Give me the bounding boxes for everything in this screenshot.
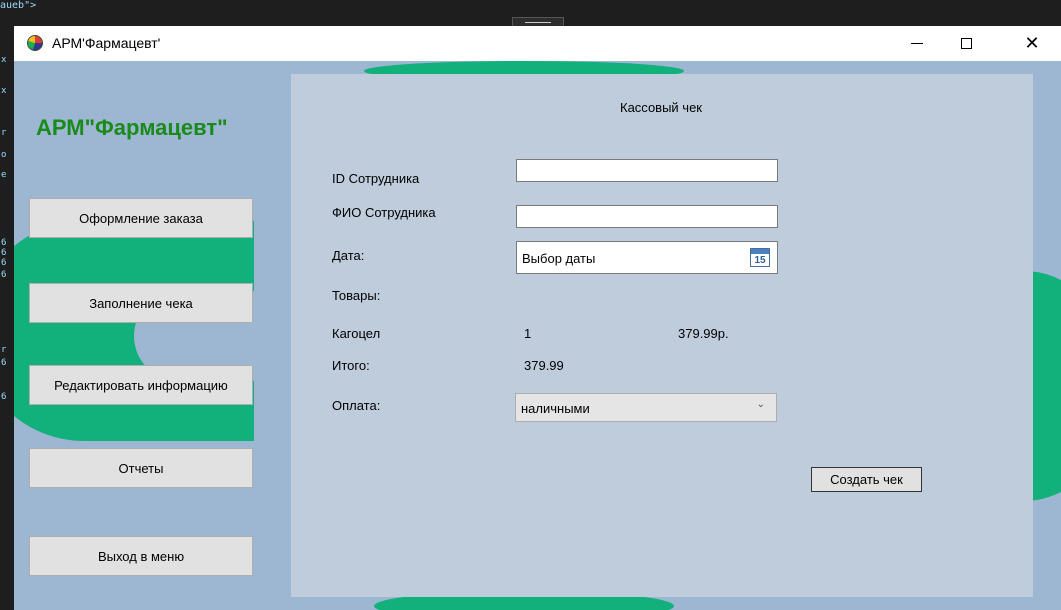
maximize-button[interactable] <box>943 26 989 61</box>
app-window: АРМ'Фармацевт' ✕ АРМ"Фармацевт" Оформлен… <box>14 26 1061 610</box>
minimize-button[interactable] <box>894 26 940 61</box>
code-editor-margin-char: r <box>1 345 7 355</box>
nav-receipt-button[interactable]: Заполнение чека <box>29 283 253 323</box>
code-editor-margin-char: x <box>1 55 7 65</box>
nav-reports-button[interactable]: Отчеты <box>29 448 253 488</box>
payment-select[interactable]: наличными ⌄ <box>515 393 777 422</box>
receipt-title: Кассовый чек <box>620 100 702 115</box>
employee-id-label: ID Сотрудника <box>332 171 420 186</box>
create-receipt-button[interactable]: Создать чек <box>811 467 922 492</box>
item-name: Кагоцел <box>332 326 381 341</box>
total-value: 379.99 <box>524 358 564 373</box>
item-quantity: 1 <box>524 326 532 341</box>
date-picker[interactable]: Выбор даты 15 <box>516 241 778 274</box>
close-icon: ✕ <box>1024 33 1040 53</box>
receipt-panel: Кассовый чек ID Сотрудника ФИО Сотрудник… <box>291 74 1033 597</box>
employee-id-input[interactable] <box>516 159 778 182</box>
code-editor-margin-char: x <box>1 86 7 96</box>
code-editor-margin-char: 6 <box>1 248 7 258</box>
code-editor-margin-char: 6 <box>1 238 7 248</box>
nav-edit-info-button[interactable]: Редактировать информацию <box>29 365 253 405</box>
close-button[interactable]: ✕ <box>1009 26 1055 61</box>
code-editor-snippet: aueb"> <box>0 0 37 11</box>
code-editor-margin-char: 6 <box>1 392 7 402</box>
maximize-icon <box>960 38 972 49</box>
title-bar[interactable]: АРМ'Фармацевт' ✕ <box>14 26 1061 61</box>
window-title: АРМ'Фармацевт' <box>52 35 161 51</box>
minimize-icon <box>911 43 923 44</box>
code-editor-margin-char: o <box>1 150 7 160</box>
app-icon <box>27 35 43 51</box>
date-label: Дата: <box>332 248 365 263</box>
date-placeholder: Выбор даты <box>522 251 596 266</box>
employee-name-label: ФИО Сотрудника <box>332 205 436 220</box>
client-area: АРМ"Фармацевт" Оформление заказа Заполне… <box>14 61 1061 610</box>
code-editor-margin-char: 6 <box>1 270 7 280</box>
payment-label: Оплата: <box>332 398 381 413</box>
employee-name-input[interactable] <box>516 205 778 228</box>
code-editor-margin-char: 6 <box>1 358 7 368</box>
nav-exit-menu-button[interactable]: Выход в меню <box>29 536 253 576</box>
code-editor-background: xxroe6666r66 <box>0 0 14 610</box>
goods-label: Товары: <box>332 288 381 303</box>
code-editor-margin-char: r <box>1 128 7 138</box>
calendar-icon[interactable]: 15 <box>750 248 770 267</box>
code-editor-margin-char: e <box>1 170 7 180</box>
chevron-down-icon: ⌄ <box>756 399 765 410</box>
total-label: Итого: <box>332 358 370 373</box>
item-price: 379.99р. <box>678 326 729 341</box>
code-editor-margin-char: 6 <box>1 258 7 268</box>
payment-selected-value: наличными <box>521 401 590 416</box>
nav-order-button[interactable]: Оформление заказа <box>29 198 253 238</box>
app-header: АРМ"Фармацевт" <box>36 115 228 140</box>
